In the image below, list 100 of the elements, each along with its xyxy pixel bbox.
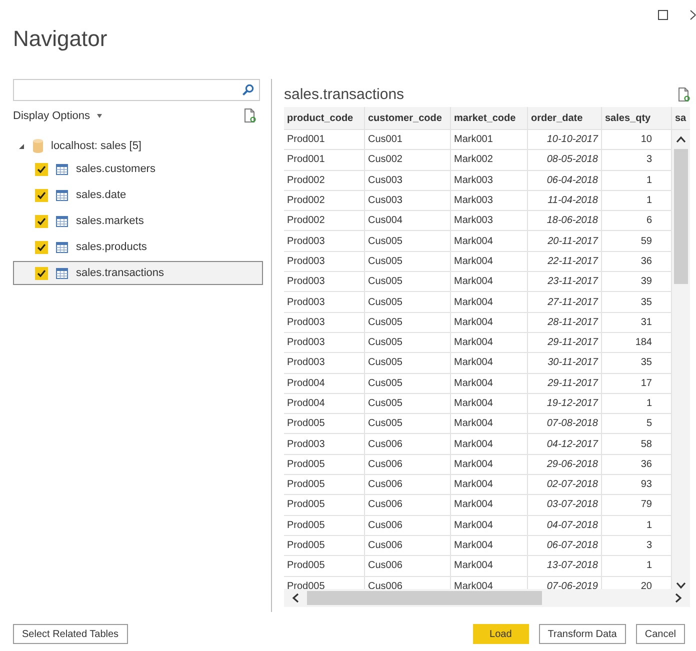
table-cell: 18-06-2018 (528, 211, 602, 230)
column-header: order_date (528, 107, 602, 129)
scroll-right-icon[interactable] (675, 593, 682, 603)
table-cell: Prod003 (284, 292, 365, 312)
tree-item-label[interactable]: localhost: sales [5] (51, 140, 142, 152)
table-cell: Mark004 (451, 556, 528, 576)
table-cell: Cus001 (365, 130, 451, 150)
vertical-scrollbar[interactable] (672, 130, 690, 589)
expand-arrow-icon[interactable] (18, 142, 25, 150)
table-cell: Mark002 (451, 150, 528, 170)
checkbox[interactable] (35, 162, 48, 176)
refresh-document-icon[interactable] (678, 86, 690, 102)
table-cell: Mark003 (451, 190, 528, 210)
preview-title: sales.transactions (284, 86, 404, 102)
table-cell: Prod003 (284, 312, 365, 332)
table-cell: Mark004 (451, 374, 528, 393)
table-list-item[interactable]: sales.products (13, 235, 263, 259)
table-cell: 06-04-2018 (528, 170, 602, 190)
column-header: sales_qty (602, 107, 672, 129)
column-header: product_code (284, 107, 365, 129)
checkbox[interactable] (35, 266, 48, 280)
scroll-down-icon[interactable] (676, 582, 686, 589)
table-cell: Prod003 (284, 231, 365, 251)
table-cell: Prod005 (284, 516, 365, 535)
dialog-button[interactable]: Load (472, 624, 529, 644)
table-cell: Cus005 (365, 312, 451, 332)
search-icon (242, 84, 254, 96)
checkbox[interactable] (35, 214, 48, 228)
table-cell: 27-11-2017 (528, 292, 602, 312)
table-cell: 22-11-2017 (528, 252, 602, 272)
search-field[interactable] (13, 79, 260, 101)
refresh-document-icon[interactable] (244, 108, 256, 123)
checkbox[interactable] (35, 240, 48, 254)
table-cell: 04-07-2018 (528, 516, 602, 535)
table-cell: 11-04-2018 (528, 190, 602, 210)
table-cell: Mark004 (451, 434, 528, 454)
scrollbar-thumb[interactable] (674, 149, 688, 284)
dialog-button[interactable]: Transform Data (538, 624, 626, 644)
dialog-button[interactable]: Select Related Tables (13, 624, 128, 644)
table-cell: Cus004 (365, 211, 451, 230)
table-icon (56, 242, 68, 252)
table-cell: Prod003 (284, 272, 365, 292)
table-cell: Prod002 (284, 170, 365, 190)
table-cell: Cus006 (365, 475, 451, 494)
table-cell: Mark004 (451, 495, 528, 515)
table-list-item[interactable]: sales.date (13, 183, 263, 207)
table-cell: Cus002 (365, 150, 451, 170)
table-cell: Mark004 (451, 394, 528, 414)
maximize-icon[interactable] (658, 10, 668, 20)
table-cell: Prod003 (284, 353, 365, 373)
table-cell: 19-12-2017 (528, 394, 602, 414)
table-cell: Cus005 (365, 374, 451, 393)
table-cell: 10-10-2017 (528, 130, 602, 150)
table-cell: Mark004 (451, 332, 528, 352)
table-cell: Prod002 (284, 211, 365, 230)
table-list-item[interactable]: sales.transactions (13, 261, 263, 285)
table-cell: 03-07-2018 (528, 495, 602, 515)
table-cell: Prod005 (284, 556, 365, 576)
table-cell: Mark004 (451, 353, 528, 373)
table-cell: 29-11-2017 (528, 374, 602, 393)
table-cell: Cus005 (365, 394, 451, 414)
table-list-item[interactable]: sales.markets (13, 209, 263, 233)
table-cell: 06-07-2018 (528, 536, 602, 556)
table-icon (56, 190, 68, 200)
table-cell: 04-12-2017 (528, 434, 602, 454)
table-cell: Mark001 (451, 130, 528, 150)
table-cell: 02-07-2018 (528, 475, 602, 494)
table-cell: 07-08-2018 (528, 414, 602, 434)
table-cell: Prod005 (284, 475, 365, 494)
table-cell: Cus006 (365, 536, 451, 556)
table-list-item[interactable]: sales.customers (13, 157, 263, 181)
table-cell: Mark004 (451, 252, 528, 272)
table-cell: Cus005 (365, 414, 451, 434)
table-cell: Cus006 (365, 434, 451, 454)
table-cell: Prod005 (284, 454, 365, 474)
table-cell: 08-05-2018 (528, 150, 602, 170)
table-cell: 20-11-2017 (528, 231, 602, 251)
table-cell: Cus006 (365, 454, 451, 474)
table-icon (56, 216, 68, 226)
table-cell: Prod005 (284, 414, 365, 434)
display-options-dropdown[interactable]: Display Options (13, 110, 102, 122)
dialog-button[interactable]: Cancel (636, 624, 685, 644)
table-cell: Mark004 (451, 516, 528, 535)
table-cell: Prod003 (284, 252, 365, 272)
table-icon (56, 164, 68, 174)
scrollbar-thumb[interactable] (307, 591, 542, 605)
table-cell: Mark004 (451, 292, 528, 312)
table-cell: Mark004 (451, 454, 528, 474)
table-cell: Prod005 (284, 495, 365, 515)
table-cell: Prod001 (284, 130, 365, 150)
table-cell: Cus005 (365, 231, 451, 251)
checkbox[interactable] (35, 188, 48, 202)
scroll-left-icon[interactable] (292, 593, 299, 603)
scroll-up-icon[interactable] (676, 136, 686, 143)
table-cell: Prod003 (284, 332, 365, 352)
table-cell: Mark003 (451, 170, 528, 190)
column-header: customer_code (365, 107, 451, 129)
table-cell: Cus003 (365, 170, 451, 190)
close-icon[interactable] (690, 10, 696, 20)
table-cell: Mark004 (451, 272, 528, 292)
